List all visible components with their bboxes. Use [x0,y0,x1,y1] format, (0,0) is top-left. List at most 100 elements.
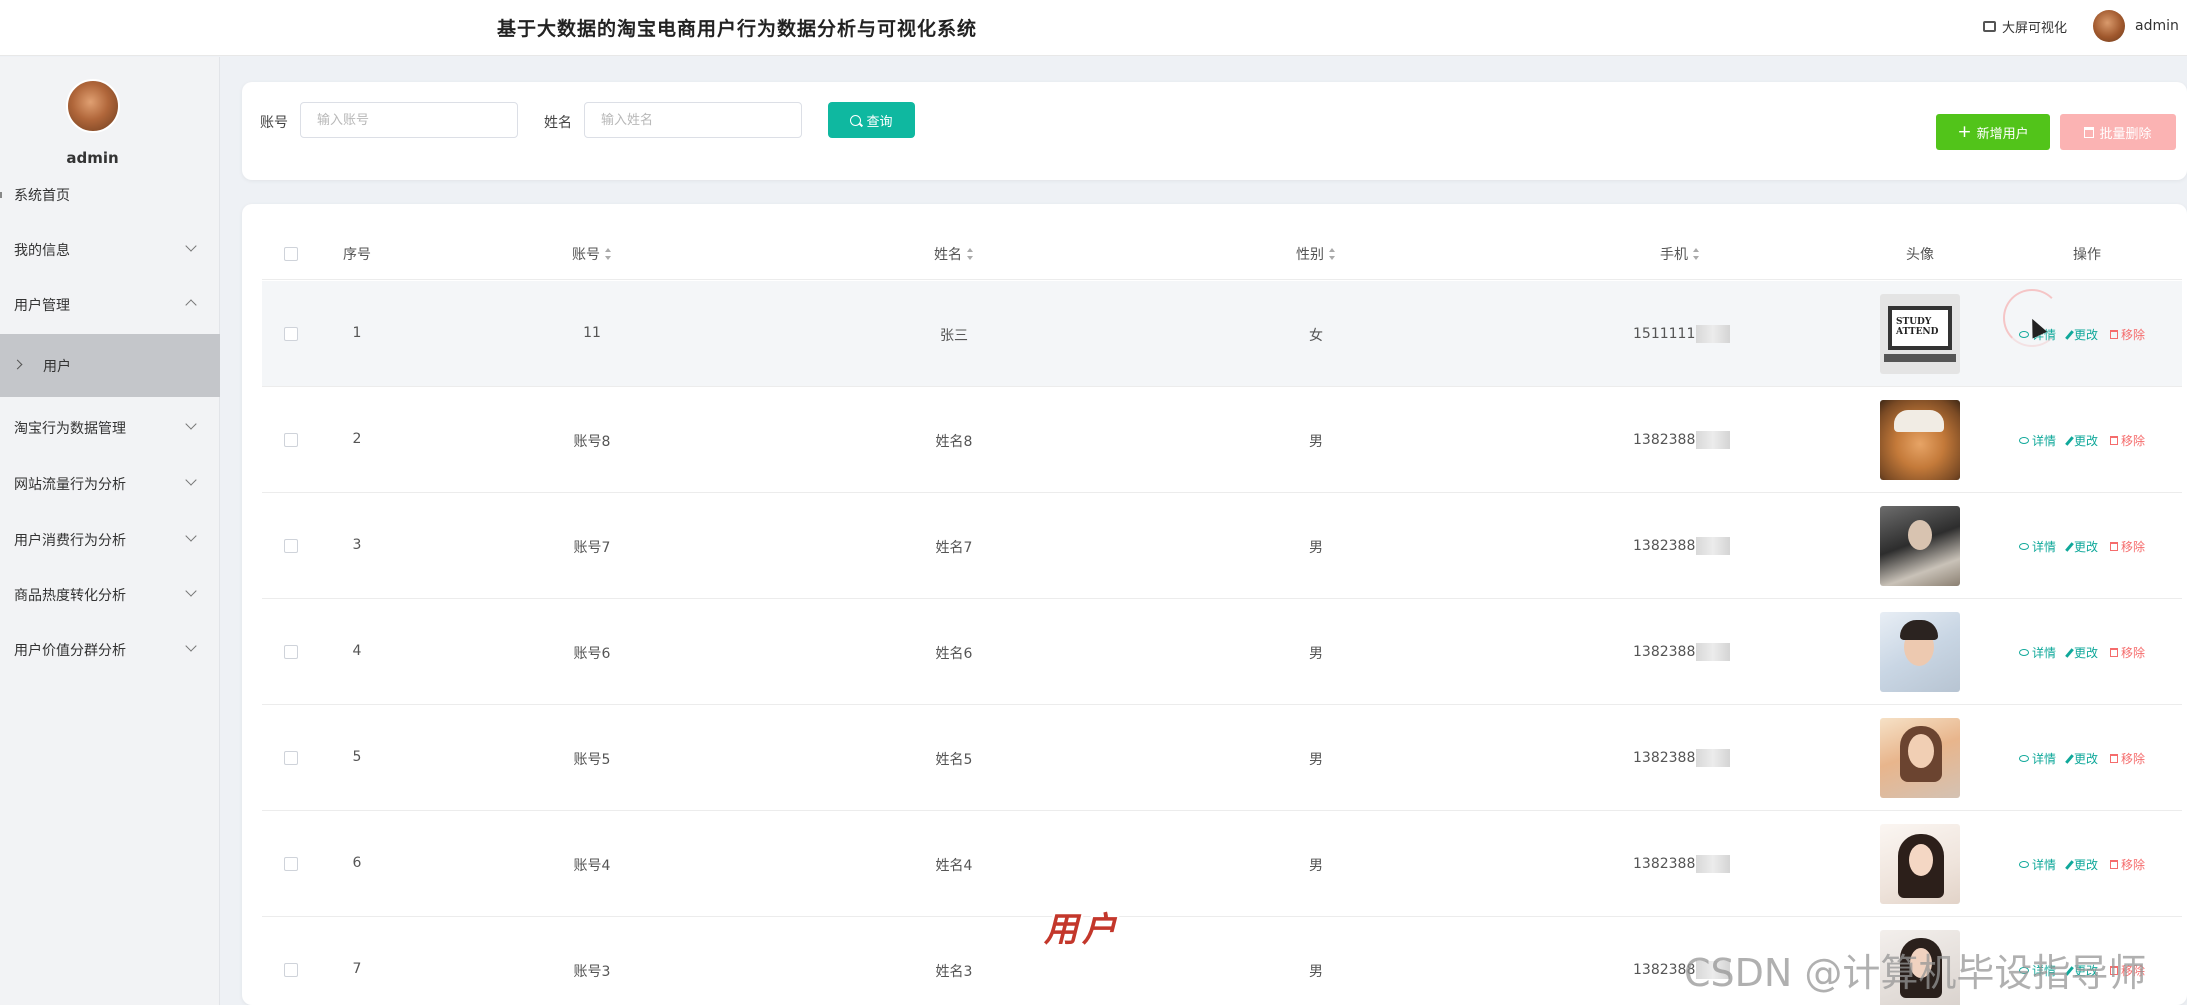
delete-button[interactable]: 移除 [2110,750,2145,767]
row-checkbox[interactable] [284,963,298,977]
batch-delete-button[interactable]: 批量删除 [2060,114,2176,150]
video-caption: 用户 [1044,910,1120,950]
delete-button[interactable]: 移除 [2110,432,2145,449]
phone-text: 1382388 [1633,750,1696,766]
eye-icon [2019,861,2029,868]
row-actions: 详情 更改 移除 [2019,856,2145,873]
cell-account: 账号5 [573,752,611,768]
row-checkbox[interactable] [284,751,298,765]
sidebar-item-label: 用户消费行为分析 [14,533,126,549]
row-actions: 详情 更改 移除 [2019,644,2145,661]
select-all-checkbox[interactable] [284,247,298,261]
delete-label: 移除 [2121,752,2146,766]
chevron-down-icon [185,585,197,597]
sidebar-item-label: 用户 [43,358,71,375]
sidebar-item-taobao-data[interactable]: 淘宝行为数据管理 [0,400,220,456]
cell-gender: 男 [1309,858,1323,874]
phone-blur [1696,325,1731,343]
column-header-account[interactable]: 账号 [572,244,612,264]
column-header-name[interactable]: 姓名 [934,244,974,264]
phone-blur [1696,749,1731,767]
column-header-gender[interactable]: 性别 [1296,244,1336,264]
chevron-down-icon [185,640,197,652]
column-header-label: 序号 [343,247,371,263]
edit-button[interactable]: 更改 [2065,644,2099,661]
cell-account: 11 [583,325,601,341]
sidebar-item-home[interactable]: 系统首页 [0,167,220,223]
cell-index: 2 [352,431,362,447]
cell-name: 姓名6 [935,646,973,662]
add-user-button[interactable]: + 新增用户 [1936,114,2050,150]
sidebar-avatar [66,79,120,133]
sidebar-item-traffic-analysis[interactable]: 网站流量行为分析 [0,456,220,512]
chevron-right-icon [12,359,23,370]
sidebar: admin 系统首页 我的信息 用户管理 用户 淘宝行为数据管理 网站流量行为分… [0,57,220,1005]
sidebar-item-consumption-analysis[interactable]: 用户消费行为分析 [0,512,220,568]
edit-label: 更改 [2074,752,2099,766]
cell-index: 5 [352,749,362,765]
chevron-down-icon [185,240,197,252]
view-label: 详情 [2032,540,2057,554]
delete-button[interactable]: 移除 [2110,538,2145,555]
delete-button[interactable]: 移除 [2110,856,2145,873]
cell-account: 账号3 [573,964,611,980]
cell-account: 账号8 [573,434,611,450]
keyboard-graphic [1884,354,1956,362]
row-actions: 详情 更改 移除 [2019,538,2145,555]
sidebar-item-users[interactable]: 用户 [0,334,220,397]
sidebar-item-user-value[interactable]: 用户价值分群分析 [0,622,220,678]
delete-button[interactable]: 移除 [2110,326,2145,343]
view-button[interactable]: 详情 [2019,644,2056,661]
view-button[interactable]: 详情 [2019,538,2056,555]
account-search-input[interactable] [300,102,518,138]
eye-icon [2019,437,2029,444]
plus-icon: + [1957,121,1972,142]
row-checkbox[interactable] [284,327,298,341]
sidebar-item-user-management[interactable]: 用户管理 [0,277,220,333]
sort-icon [1693,248,1700,260]
view-button[interactable]: 详情 [2019,856,2056,873]
sidebar-item-my-info[interactable]: 我的信息 [0,222,220,278]
chevron-up-icon [185,299,197,311]
cell-gender: 男 [1309,646,1323,662]
edit-label: 更改 [2074,646,2099,660]
trash-icon [2110,542,2119,551]
pencil-icon [2065,435,2074,446]
sidebar-item-product-heat[interactable]: 商品热度转化分析 [0,567,220,623]
view-label: 详情 [2032,434,2057,448]
view-button[interactable]: 详情 [2019,432,2056,449]
table-row: 3 账号7 姓名7 男 1382388 详情 更改 移除 [262,493,2182,599]
bigscreen-link[interactable]: 大屏可视化 [1983,17,2067,36]
row-checkbox[interactable] [284,645,298,659]
row-checkbox[interactable] [284,433,298,447]
phone-blur [1696,537,1731,555]
edit-button[interactable]: 更改 [2065,326,2098,343]
user-menu[interactable]: admin [2093,10,2179,42]
table-header: 序号 账号 姓名 性别 手机 头像 操作 [262,228,2182,280]
hat-graphic [1894,410,1944,432]
cell-index: 4 [352,643,362,659]
edit-button[interactable]: 更改 [2065,432,2098,449]
chevron-down-icon [185,474,197,486]
row-checkbox[interactable] [284,539,298,553]
column-header-phone[interactable]: 手机 [1660,244,1700,264]
query-button[interactable]: 查询 [828,102,915,138]
avatar-image [1880,400,1960,480]
pencil-icon [2065,753,2074,764]
monitor-icon [1983,21,1996,32]
sidebar-username: admin [66,149,119,167]
edit-button[interactable]: 更改 [2065,856,2098,873]
delete-button[interactable]: 移除 [2110,644,2145,661]
avatar [2093,10,2125,42]
cell-name: 姓名7 [935,540,973,556]
row-checkbox[interactable] [284,857,298,871]
edit-button[interactable]: 更改 [2065,538,2098,555]
face-graphic [1908,520,1932,550]
name-search-input[interactable] [584,102,802,138]
phone-blur [1696,855,1731,873]
edit-button[interactable]: 更改 [2065,750,2099,767]
view-button[interactable]: 详情 [2019,750,2056,767]
delete-label: 移除 [2121,434,2146,448]
cell-phone: 1382388 [1633,431,1731,449]
avatar-image: STUDY ATTEND [1880,294,1960,374]
